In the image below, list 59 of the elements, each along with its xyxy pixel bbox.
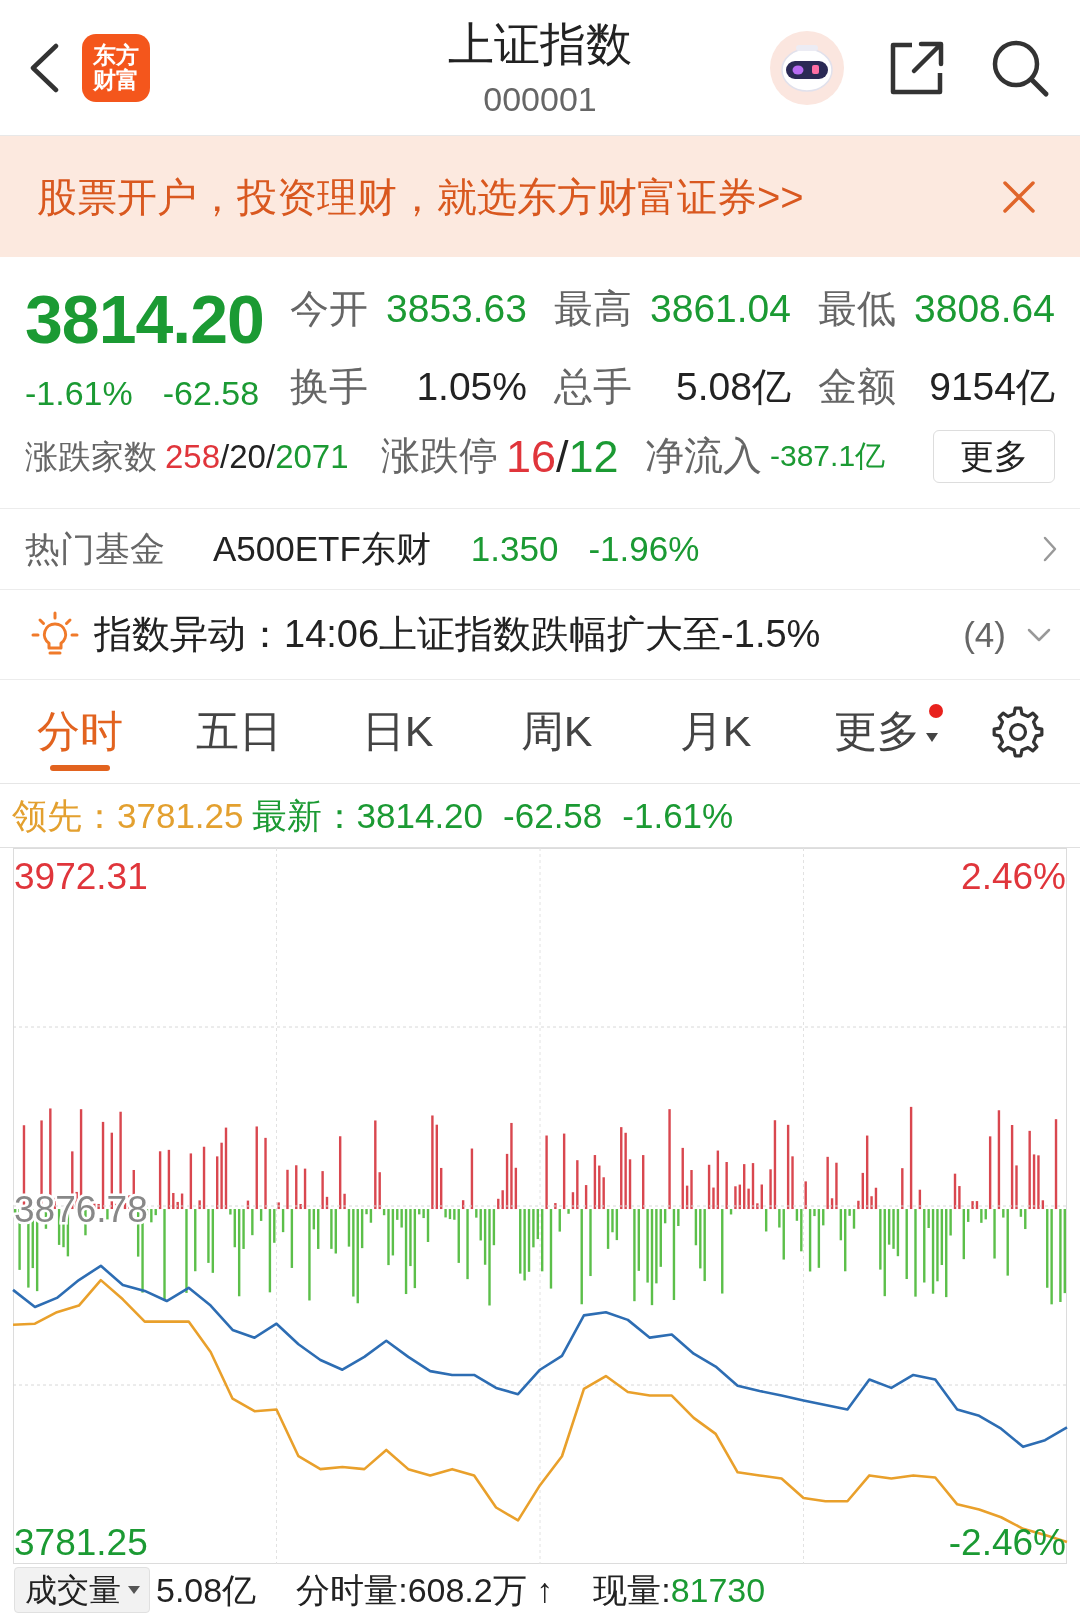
caret-icon — [127, 1585, 141, 1595]
chart-tab[interactable]: 更多 — [795, 680, 954, 783]
section-label: 热门基金 — [25, 528, 165, 570]
robot-avatar-icon[interactable] — [770, 30, 844, 105]
net-inflow-value: -387.1亿 — [770, 438, 886, 475]
fund-price: 1.350 — [470, 528, 559, 570]
back-icon[interactable] — [28, 42, 60, 93]
price-axis-label: 3972.31 — [14, 855, 148, 897]
stat-label: 今开 — [290, 286, 368, 332]
legend-label: 最新： — [251, 794, 357, 837]
percent-axis-label: -2.46% — [948, 1522, 1066, 1564]
stat-value: 9154亿 — [929, 363, 1055, 410]
chevron-down-icon[interactable] — [1026, 626, 1052, 643]
legend-value: 3781.25 — [117, 794, 244, 837]
stat-label: 涨跌家数 — [25, 436, 157, 477]
stock-code: 000001 — [483, 78, 597, 119]
stat-value: 3853.63 — [386, 286, 527, 332]
stat-value: 1.05% — [416, 363, 527, 410]
legend-value: -1.61% — [622, 794, 734, 837]
limit-up-down-count: 16/12 — [506, 429, 619, 484]
advance-decline-count: 258/20/2071 — [165, 436, 349, 477]
stat-value: 5.08亿 — [676, 363, 791, 410]
chart-tab[interactable]: 五日 — [159, 680, 318, 783]
legend-label: 领先： — [12, 794, 117, 837]
change-amount: -62.58 — [162, 373, 260, 414]
alert-message[interactable]: 指数异动：14:06上证指数跌幅扩大至-1.5% — [94, 611, 821, 658]
chevron-right-icon[interactable] — [1042, 535, 1058, 563]
price-axis-label: 3781.25 — [14, 1522, 148, 1564]
index-price: 3814.20 — [25, 281, 264, 357]
settings-icon[interactable] — [992, 705, 1044, 758]
stat-label: 最低 — [818, 286, 896, 332]
volume-label: 分时量: — [296, 1569, 408, 1611]
dropdown-triangle-icon — [925, 732, 938, 743]
volume-value: 608.2万 ↑ — [407, 1569, 554, 1611]
stat-label: 总手 — [554, 363, 632, 410]
page-title: 上证指数 — [448, 16, 632, 71]
change-percent: -1.61% — [25, 373, 133, 414]
volume-label: 现量: — [593, 1569, 671, 1611]
fund-change: -1.96% — [588, 528, 700, 570]
stat-label: 涨跌停 — [381, 433, 498, 480]
stat-value: 3808.64 — [914, 286, 1055, 332]
chart-tab[interactable]: 月K — [636, 680, 795, 783]
chart-tab[interactable]: 周K — [477, 680, 636, 783]
stat-label: 净流入 — [645, 433, 762, 480]
close-icon[interactable] — [1002, 179, 1036, 214]
legend-value: -62.58 — [503, 794, 603, 837]
stat-label: 最高 — [554, 286, 632, 332]
indicator-dropdown[interactable]: 成交量 — [14, 1567, 150, 1613]
volume-total: 5.08亿 — [156, 1569, 257, 1611]
legend-value: 3814.20 — [356, 794, 484, 837]
more-button[interactable]: 更多 — [933, 430, 1055, 483]
percent-axis-label: 2.46% — [961, 855, 1066, 897]
stat-label: 换手 — [290, 363, 368, 410]
chart-tab[interactable]: 日K — [318, 680, 477, 783]
alert-count: (4) — [963, 613, 1006, 656]
stat-value: 3861.04 — [650, 286, 791, 332]
fund-name[interactable]: A500ETF东财 — [213, 528, 431, 570]
volume-value: 81730 — [670, 1569, 766, 1611]
stat-label: 金额 — [818, 363, 896, 410]
